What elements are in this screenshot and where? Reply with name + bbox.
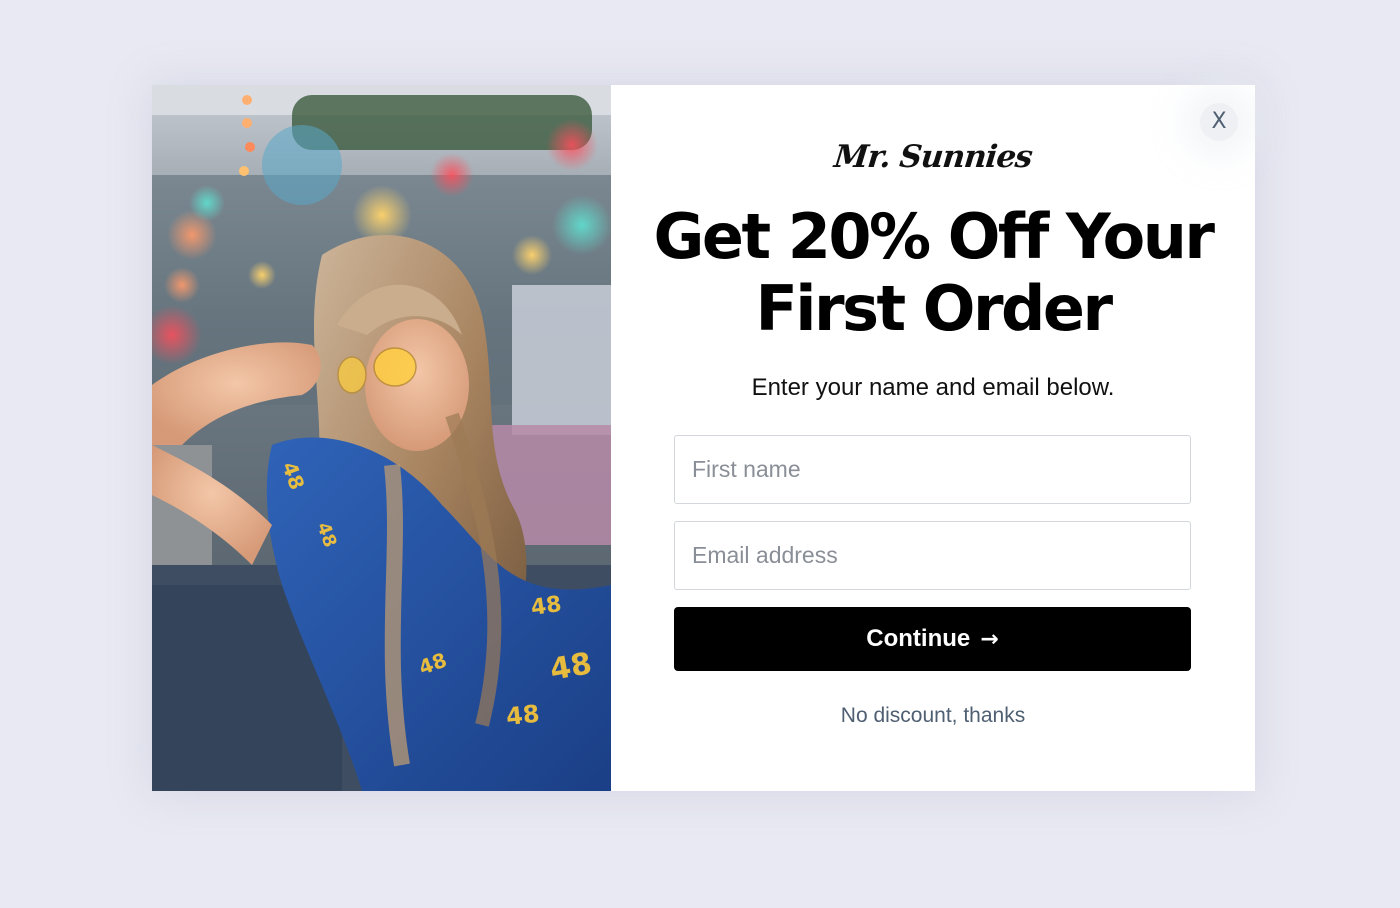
photo-woman-sunglasses-fairground: 48 48 48 48 48 48 [152, 85, 611, 791]
headline-line-1: Get 20% Off Your [653, 200, 1215, 273]
close-button[interactable]: X [1200, 103, 1238, 141]
headline-line-2: First Order [755, 272, 1113, 345]
popup-form-panel: X Mr. Sunnies Get 20% Off Your First Ord… [611, 85, 1255, 791]
headline: Get 20% Off Your First Order [611, 201, 1255, 345]
brand-logo: Mr. Sunnies [832, 139, 1034, 175]
continue-button[interactable]: Continue → [674, 607, 1191, 671]
subtext: Enter your name and email below. [751, 374, 1115, 401]
arrow-right-icon: → [980, 626, 999, 652]
svg-text:48: 48 [529, 592, 563, 621]
svg-text:48: 48 [547, 646, 594, 688]
discount-popup: 48 48 48 48 48 48 X Mr. Sunnies Get 20% … [152, 85, 1255, 791]
continue-label: Continue [866, 625, 971, 652]
svg-text:48: 48 [505, 700, 541, 731]
decline-discount-link[interactable]: No discount, thanks [611, 704, 1255, 728]
promo-photo: 48 48 48 48 48 48 [152, 85, 611, 791]
close-icon[interactable]: X [1211, 109, 1226, 134]
email-input[interactable] [674, 521, 1191, 590]
first-name-input[interactable] [674, 435, 1191, 504]
